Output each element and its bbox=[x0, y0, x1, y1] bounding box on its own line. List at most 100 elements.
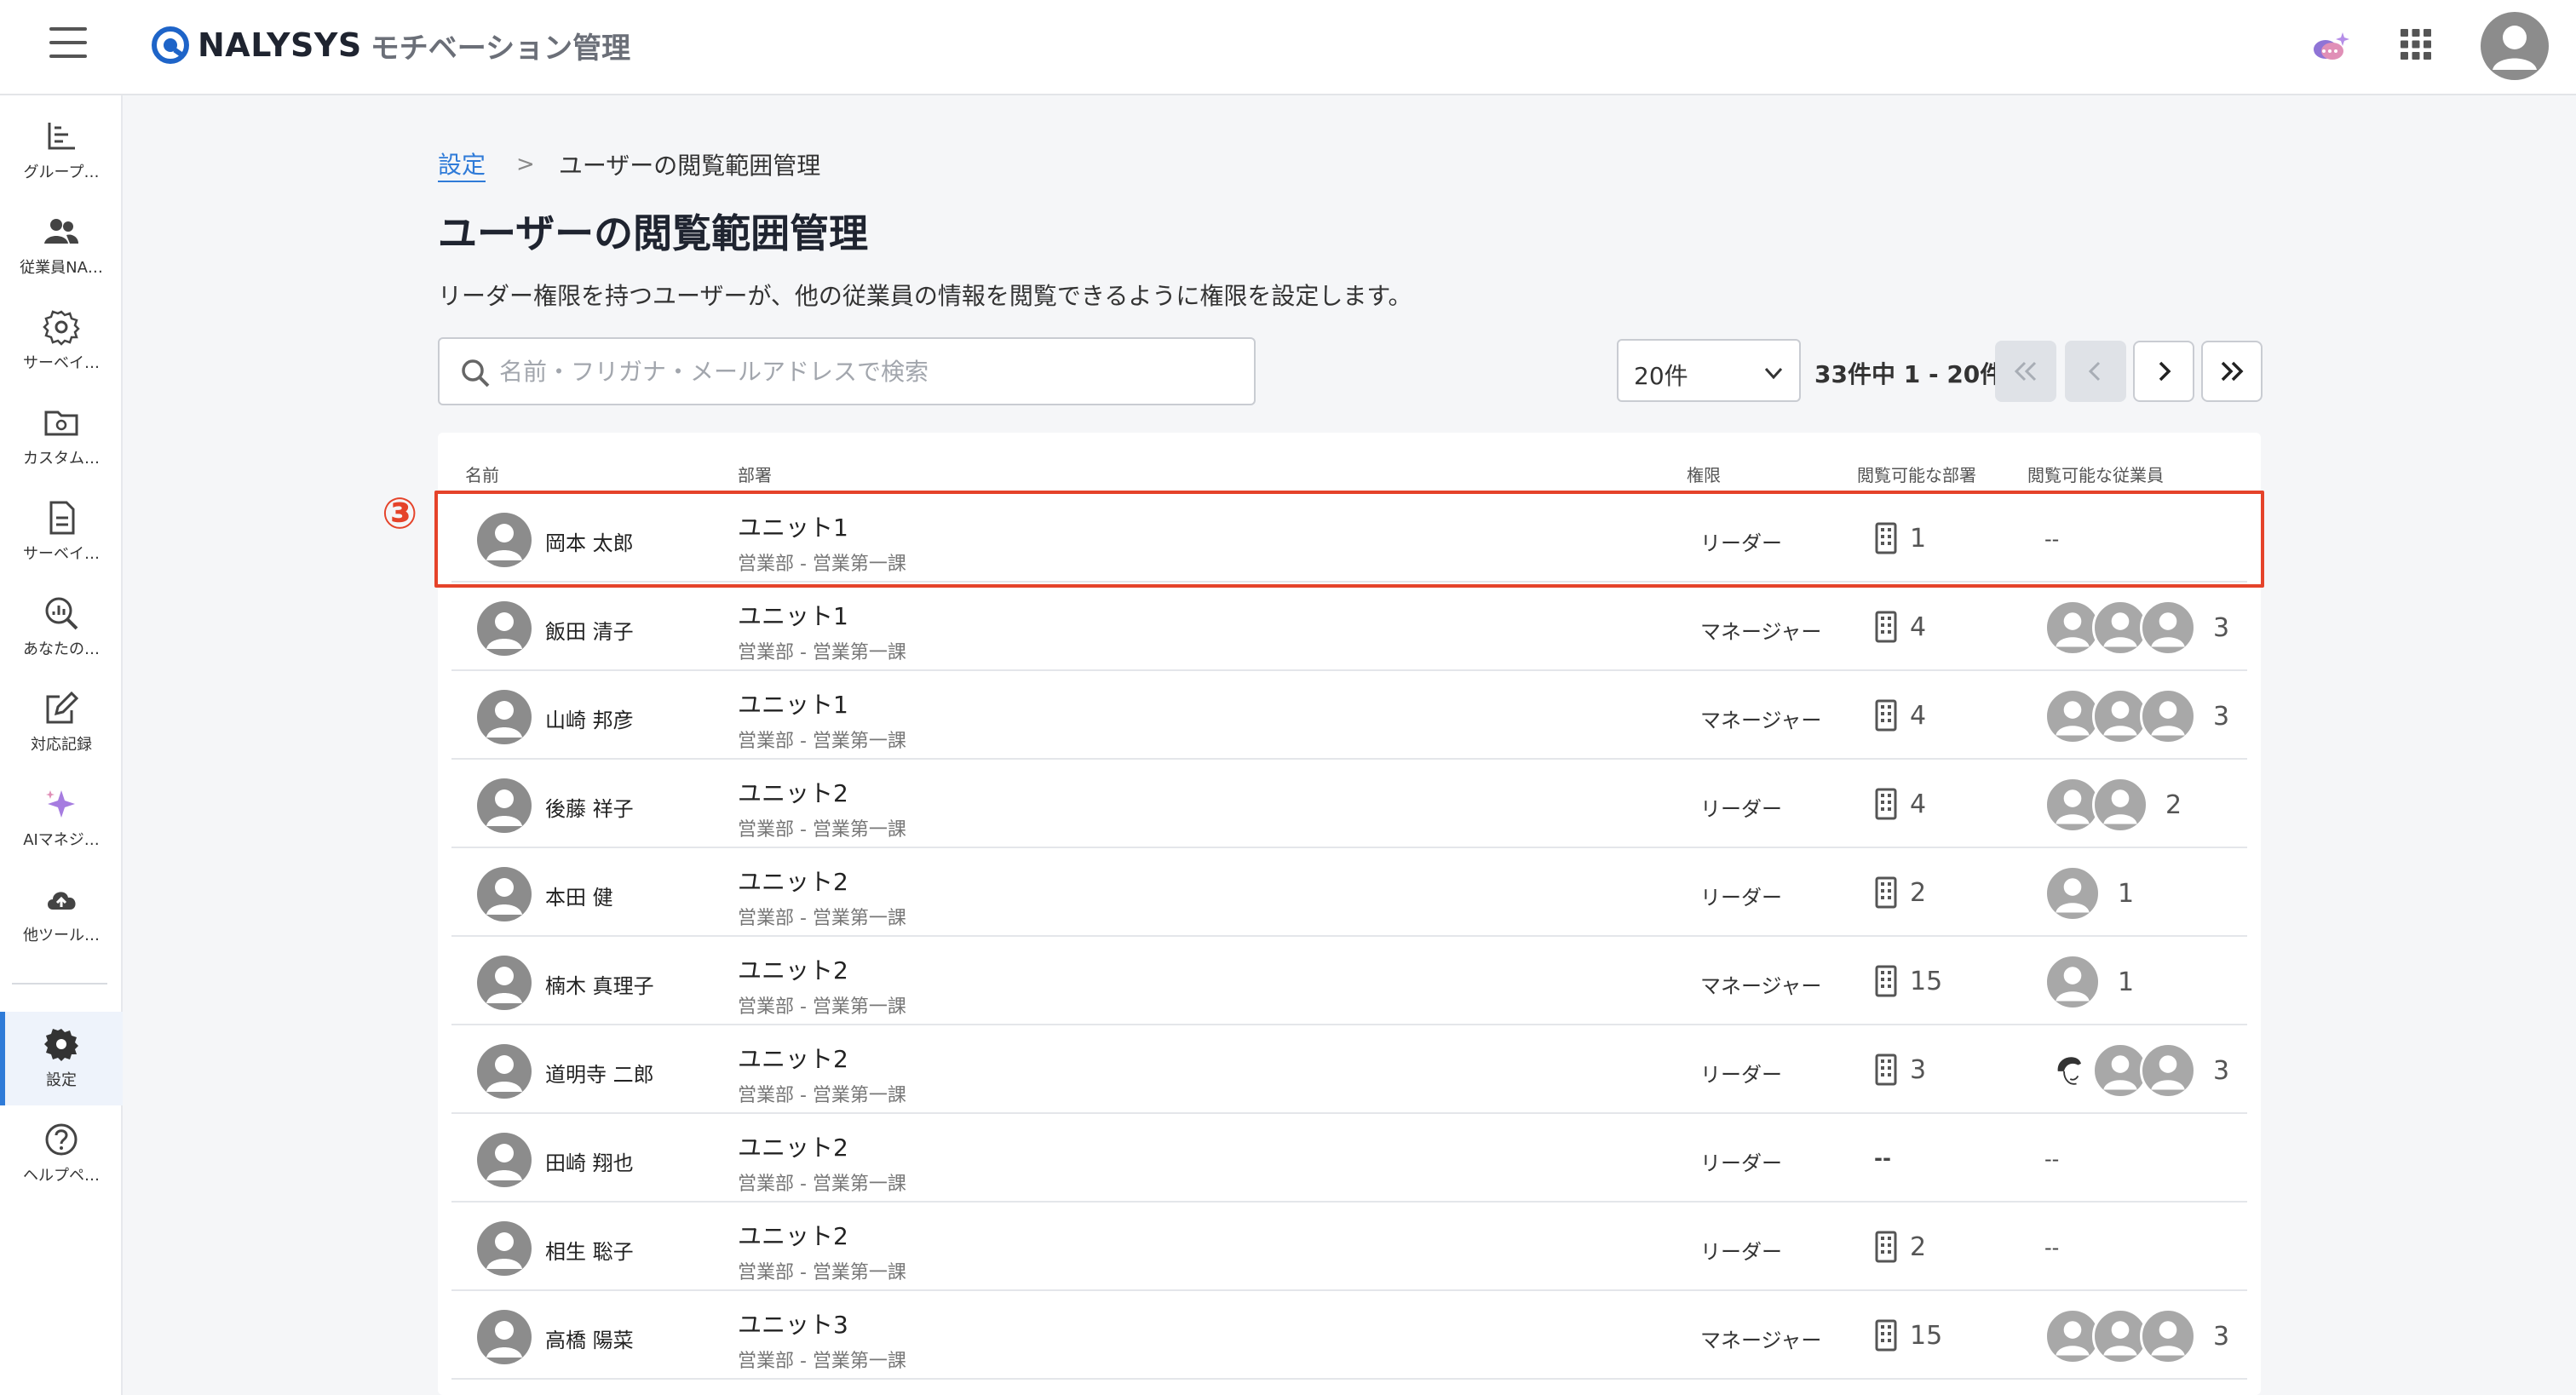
last-page-button[interactable] bbox=[2201, 341, 2263, 402]
column-header-viewable-departments: 閲覧可能な部署 bbox=[1857, 465, 1976, 485]
user-unit: ユニット2 bbox=[738, 1222, 848, 1250]
menu-icon[interactable] bbox=[49, 27, 87, 61]
double-chevron-right-icon bbox=[2221, 361, 2244, 382]
sidebar-item-group[interactable]: グループ… bbox=[0, 104, 123, 198]
viewable-employees[interactable]: -- bbox=[2044, 511, 2059, 567]
user-avatar bbox=[477, 1310, 532, 1364]
breadcrumb-settings-link[interactable]: 設定 bbox=[438, 146, 486, 182]
ai-chat-icon[interactable] bbox=[2309, 26, 2353, 70]
sidebar-item-employees[interactable]: 従業員NA… bbox=[0, 199, 123, 293]
table-row[interactable]: 楠木 真理子 ユニット2 営業部 - 営業第一課 マネージャー 15 1 bbox=[451, 937, 2247, 1025]
user-role: リーダー bbox=[1700, 1151, 1782, 1175]
folder-gear-icon bbox=[44, 410, 78, 436]
viewable-departments[interactable]: 4 bbox=[1874, 785, 1926, 823]
sidebar-divider bbox=[12, 983, 107, 985]
user-unit: ユニット1 bbox=[738, 602, 848, 630]
sidebar-item-survey-doc[interactable]: サーベイ… bbox=[0, 485, 123, 579]
viewable-employees[interactable]: 2 bbox=[2044, 777, 2182, 833]
viewable-employees[interactable]: 3 bbox=[2044, 1308, 2229, 1364]
sidebar-item-label: サーベイ… bbox=[23, 545, 100, 563]
viewable-employees[interactable]: 3 bbox=[2044, 600, 2229, 656]
sidebar-item-label: サーベイ… bbox=[23, 354, 100, 372]
sidebar-item-your[interactable]: あなたの… bbox=[0, 581, 123, 675]
table-row[interactable]: 道明寺 二郎 ユニット2 営業部 - 営業第一課 リーダー 3 3 bbox=[451, 1025, 2247, 1114]
employee-avatar bbox=[2140, 1042, 2196, 1099]
viewable-employees[interactable]: -- bbox=[2044, 1131, 2059, 1187]
viewable-department-count: 15 bbox=[1910, 966, 1943, 996]
brand-name: NALYSYS bbox=[198, 26, 362, 64]
column-header-role: 権限 bbox=[1687, 465, 1721, 485]
user-department-path: 営業部 - 営業第一課 bbox=[738, 731, 906, 752]
sidebar-item-settings[interactable]: 設定 bbox=[0, 1012, 123, 1105]
user-avatar bbox=[477, 1133, 532, 1187]
building-icon bbox=[1875, 965, 1897, 997]
app-logo[interactable]: NALYSYS モチベーション管理 bbox=[152, 24, 630, 66]
table-row[interactable]: 後藤 祥子 ユニット2 営業部 - 営業第一課 リーダー 4 2 bbox=[451, 760, 2247, 848]
viewable-departments[interactable]: 15 bbox=[1874, 1317, 1942, 1354]
sidebar-item-other-tools[interactable]: 他ツール… bbox=[0, 867, 123, 961]
user-unit: ユニット2 bbox=[738, 1045, 848, 1073]
sidebar-item-label: 他ツール… bbox=[23, 927, 100, 944]
table-row[interactable]: 山崎 邦彦 ユニット1 営業部 - 営業第一課 マネージャー 4 3 bbox=[451, 671, 2247, 760]
viewable-employees[interactable]: 1 bbox=[2044, 954, 2134, 1010]
apps-grid-icon[interactable] bbox=[2399, 27, 2433, 61]
sidebar: グループ… 従業員NA… サーベイ… カスタム… サーベイ… あなたの… 対応記… bbox=[0, 95, 123, 1395]
table-row[interactable]: 相生 聡子 ユニット2 営業部 - 営業第一課 リーダー 2 -- bbox=[451, 1203, 2247, 1291]
table-row[interactable]: 田崎 翔也 ユニット2 営業部 - 営業第一課 リーダー -- -- bbox=[451, 1114, 2247, 1203]
user-department-path: 営業部 - 営業第一課 bbox=[738, 996, 906, 1018]
table-row[interactable]: 飯田 清子 ユニット1 営業部 - 営業第一課 マネージャー 4 3 bbox=[451, 583, 2247, 671]
building-icon bbox=[1875, 1319, 1897, 1352]
gear-icon bbox=[44, 1029, 78, 1061]
viewable-departments[interactable]: -- bbox=[1874, 1140, 1891, 1177]
viewable-department-count: 2 bbox=[1910, 1231, 1927, 1262]
column-header-name: 名前 bbox=[465, 465, 499, 485]
viewable-employees[interactable]: 1 bbox=[2044, 865, 2134, 921]
sidebar-item-label: ヘルプペ… bbox=[23, 1167, 100, 1185]
table-row[interactable]: 高橋 陽菜 ユニット3 営業部 - 営業第一課 マネージャー 15 3 bbox=[451, 1291, 2247, 1380]
sidebar-item-survey-settings[interactable]: サーベイ… bbox=[0, 295, 123, 388]
prev-page-button[interactable] bbox=[2065, 341, 2126, 402]
viewable-departments[interactable]: 15 bbox=[1874, 962, 1942, 1000]
viewable-employee-count: 1 bbox=[2118, 878, 2135, 909]
user-department-path: 営業部 - 営業第一課 bbox=[738, 642, 906, 663]
search-input[interactable] bbox=[499, 351, 1232, 392]
viewable-departments[interactable]: 2 bbox=[1874, 1228, 1926, 1266]
users-table: 名前 部署 権限 閲覧可能な部署 閲覧可能な従業員 岡本 太郎 ユニット1 営業部 … bbox=[438, 433, 2261, 1395]
user-name: 本田 健 bbox=[545, 886, 613, 910]
per-page-value: 20件 bbox=[1634, 362, 1688, 390]
viewable-employees[interactable]: 3 bbox=[2044, 688, 2229, 744]
user-role: マネージャー bbox=[1700, 974, 1822, 998]
chevron-left-icon bbox=[2088, 361, 2101, 382]
viewable-departments[interactable]: 4 bbox=[1874, 608, 1926, 646]
user-avatar bbox=[477, 956, 532, 1010]
user-role: マネージャー bbox=[1700, 620, 1822, 644]
building-icon bbox=[1875, 1053, 1897, 1086]
viewable-departments[interactable]: 1 bbox=[1874, 520, 1926, 557]
sidebar-item-custom[interactable]: カスタム… bbox=[0, 390, 123, 484]
viewable-employees[interactable]: -- bbox=[2044, 1220, 2059, 1276]
nalysys-logo-icon bbox=[152, 26, 189, 64]
table-row[interactable]: 岡本 太郎 ユニット1 営業部 - 営業第一課 リーダー 1 -- bbox=[451, 494, 2247, 583]
employee-avatar bbox=[2044, 865, 2101, 921]
table-row[interactable]: 本田 健 ユニット2 営業部 - 営業第一課 リーダー 2 1 bbox=[451, 848, 2247, 937]
user-avatar[interactable] bbox=[2481, 12, 2549, 80]
user-role: リーダー bbox=[1700, 797, 1782, 821]
user-avatar bbox=[477, 867, 532, 921]
user-avatar bbox=[477, 513, 532, 567]
next-page-button[interactable] bbox=[2133, 341, 2194, 402]
column-header-department: 部署 bbox=[738, 465, 772, 485]
user-avatar bbox=[477, 601, 532, 656]
viewable-departments[interactable]: 4 bbox=[1874, 697, 1926, 734]
sidebar-item-help[interactable]: ヘルプペ… bbox=[0, 1107, 123, 1201]
sidebar-item-ai-manager[interactable]: AIマネジ… bbox=[0, 772, 123, 865]
viewable-departments[interactable]: 2 bbox=[1874, 874, 1926, 911]
sidebar-item-label: 従業員NA… bbox=[20, 259, 103, 277]
viewable-departments[interactable]: 3 bbox=[1874, 1051, 1926, 1088]
search-box[interactable] bbox=[438, 337, 1256, 405]
first-page-button[interactable] bbox=[1995, 341, 2056, 402]
user-name: 田崎 翔也 bbox=[545, 1151, 634, 1175]
per-page-select[interactable]: 20件 bbox=[1617, 339, 1801, 402]
sidebar-item-records[interactable]: 対応記録 bbox=[0, 676, 123, 770]
viewable-employees[interactable]: 3 bbox=[2044, 1042, 2229, 1099]
search-icon bbox=[462, 359, 490, 388]
